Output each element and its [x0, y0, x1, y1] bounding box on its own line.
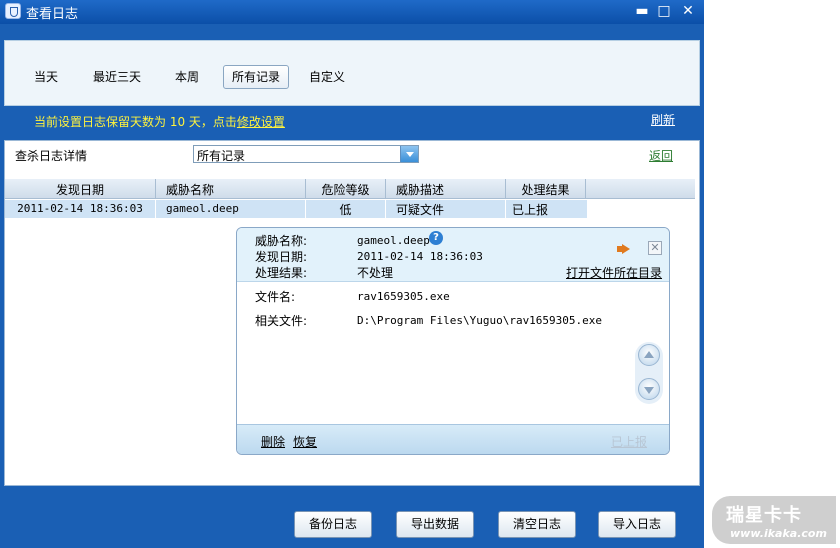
- cell-risk-level: 低: [339, 203, 352, 217]
- column-header-threat-name[interactable]: 威胁名称: [156, 181, 305, 198]
- speaker-icon[interactable]: [617, 244, 631, 254]
- shield-app-icon: [5, 3, 21, 19]
- tab-all-records[interactable]: 所有记录: [223, 65, 290, 89]
- cell-date: 2011-02-14 18:36:03: [17, 202, 143, 215]
- threat-detail-popup: 威胁名称: gameol.deep ? 发现日期: 2011-02-14 18:…: [236, 227, 670, 455]
- cell-threat-name: gameol.deep: [166, 202, 239, 215]
- maximize-icon[interactable]: □: [656, 3, 672, 19]
- record-filter-select[interactable]: 所有记录: [193, 145, 419, 163]
- back-link[interactable]: 返回: [649, 147, 673, 164]
- reported-status: 已上报: [611, 435, 648, 449]
- tab-today[interactable]: 当天: [25, 65, 67, 89]
- retention-notice-text: 当前设置日志保留天数为 10 天，点击: [34, 115, 237, 129]
- threat-name-label: 威胁名称:: [255, 234, 308, 248]
- popup-close-icon[interactable]: ✕: [648, 241, 662, 255]
- result-label: 处理结果:: [255, 266, 308, 280]
- refresh-link[interactable]: 刷新: [651, 111, 675, 128]
- related-file-value: D:\Program Files\Yuguo\rav1659305.exe: [357, 314, 603, 327]
- file-name-value: rav1659305.exe: [357, 290, 450, 303]
- minimize-icon[interactable]: ▬: [634, 3, 650, 19]
- delete-link[interactable]: 删除: [261, 433, 285, 450]
- open-file-directory-link[interactable]: 打开文件所在目录: [566, 264, 662, 281]
- column-header-result[interactable]: 处理结果: [506, 181, 585, 198]
- cell-description: 可疑文件: [396, 203, 445, 217]
- file-name-label: 文件名:: [255, 290, 296, 304]
- title-bar[interactable]: 查看日志 ▬ □ ✕: [0, 0, 704, 24]
- popup-header: 威胁名称: gameol.deep ? 发现日期: 2011-02-14 18:…: [237, 228, 669, 282]
- column-header-description[interactable]: 威胁描述: [386, 181, 505, 198]
- watermark-url: www.ikaka.com: [730, 527, 827, 540]
- found-date-value: 2011-02-14 18:36:03: [357, 250, 483, 263]
- scroll-up-icon[interactable]: [638, 344, 660, 366]
- column-divider: [585, 179, 586, 199]
- tab-custom[interactable]: 自定义: [300, 65, 354, 89]
- backup-log-button[interactable]: 备份日志: [294, 511, 372, 538]
- restore-link[interactable]: 恢复: [293, 433, 317, 450]
- scroll-down-icon[interactable]: [638, 378, 660, 400]
- modify-settings-link[interactable]: 修改设置: [237, 115, 285, 129]
- record-filter-value: 所有记录: [197, 149, 246, 163]
- export-data-button[interactable]: 导出数据: [396, 511, 474, 538]
- tab-this-week[interactable]: 本周: [166, 65, 208, 89]
- detail-label: 查杀日志详情: [15, 149, 88, 163]
- related-file-label: 相关文件:: [255, 314, 308, 328]
- threat-name-value: gameol.deep: [357, 234, 430, 247]
- import-log-button[interactable]: 导入日志: [598, 511, 676, 538]
- log-viewer-window: 查看日志 ▬ □ ✕ 当天 最近三天 本周 所有记录 自定义 当前设置日志保留天…: [0, 0, 704, 548]
- help-icon[interactable]: ?: [429, 231, 443, 245]
- watermark-logo: 瑞星卡卡: [726, 505, 802, 526]
- retention-notice: 当前设置日志保留天数为 10 天，点击修改设置: [34, 113, 285, 130]
- chevron-down-icon[interactable]: [400, 146, 418, 162]
- column-header-date[interactable]: 发现日期: [5, 181, 155, 198]
- table-row[interactable]: 2011-02-14 18:36:03 gameol.deep 低 可疑文件 已…: [5, 200, 587, 218]
- column-header-risk-level[interactable]: 危险等级: [306, 181, 385, 198]
- popup-footer: 删除 恢复 已上报: [237, 424, 669, 454]
- table-header: 发现日期 威胁名称 危险等级 威胁描述 处理结果: [5, 179, 695, 199]
- result-value: 不处理: [357, 266, 394, 280]
- close-icon[interactable]: ✕: [680, 3, 696, 19]
- clear-log-button[interactable]: 清空日志: [498, 511, 576, 538]
- time-filter-panel: 当天 最近三天 本周 所有记录 自定义: [4, 40, 700, 106]
- tab-last-three-days[interactable]: 最近三天: [84, 65, 150, 89]
- window-title: 查看日志: [26, 7, 79, 22]
- cell-result: 已上报: [511, 203, 548, 217]
- found-date-label: 发现日期:: [255, 250, 308, 264]
